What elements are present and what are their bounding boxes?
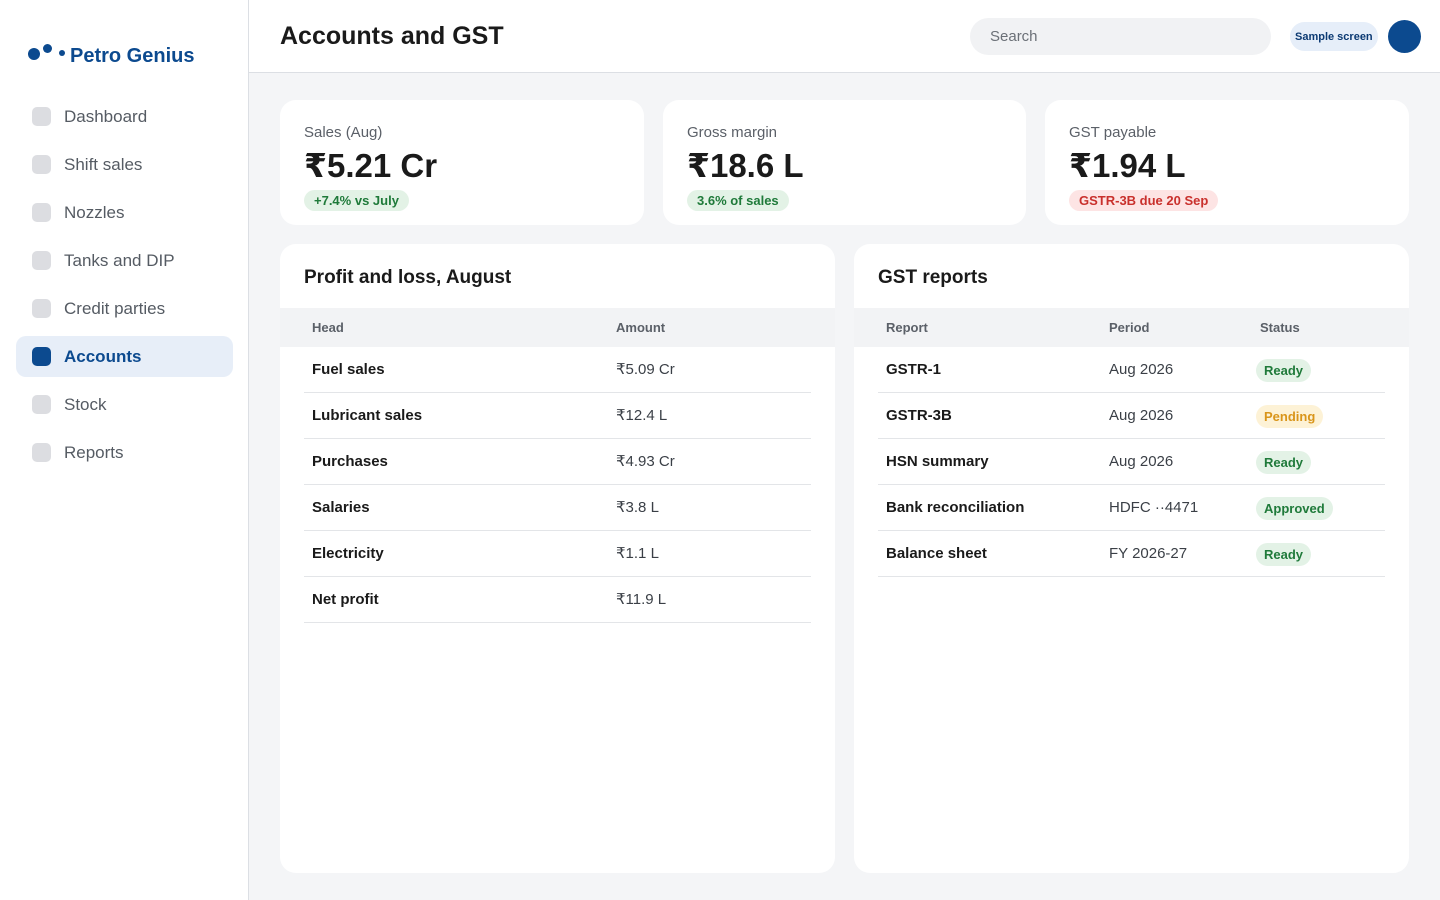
table-row[interactable]: Bank reconciliation HDFC ··4471 Approved	[878, 485, 1385, 531]
cell-amount: ₹4.93 Cr	[616, 453, 675, 470]
status-badge: Ready	[1256, 543, 1312, 566]
sidebar: Petro Genius Dashboard Shift sales Nozzl…	[0, 0, 249, 900]
avatar[interactable]	[1388, 20, 1421, 53]
column-header-period: Period	[1109, 320, 1150, 335]
sidebar-item-credit-parties[interactable]: Credit parties	[16, 288, 233, 329]
sidebar-item-label: Stock	[64, 394, 107, 414]
column-header-amount: Amount	[616, 320, 666, 335]
kpi-change-chip: 3.6% of sales	[687, 190, 789, 211]
column-header-status: Status	[1260, 320, 1300, 335]
column-header-head: Head	[312, 320, 344, 335]
table-row[interactable]: GSTR-3B Aug 2026 Pending	[878, 393, 1385, 439]
brand-logo[interactable]: Petro Genius	[28, 30, 195, 67]
table-row[interactable]: GSTR-1 Aug 2026 Ready	[878, 347, 1385, 393]
kpi-value: ₹18.6 L	[687, 147, 804, 184]
kpi-value: ₹1.94 L	[1069, 147, 1186, 184]
sidebar-item-stock[interactable]: Stock	[16, 384, 233, 425]
cell-head: Lubricant sales	[312, 407, 423, 424]
nozzles-icon	[32, 203, 51, 222]
top-header: Accounts and GST Sample screen	[249, 0, 1440, 73]
cell-report: Bank reconciliation	[886, 499, 1025, 516]
cell-amount: ₹3.8 L	[616, 499, 659, 516]
kpi-card-gst-payable: GST payable ₹1.94 L GSTR-3B due 20 Sep	[1045, 100, 1409, 225]
cell-head: Purchases	[312, 453, 388, 470]
sidebar-item-label: Reports	[64, 442, 124, 462]
shift-sales-icon	[32, 155, 51, 174]
cell-period: FY 2026-27	[1109, 545, 1188, 562]
cell-report: GSTR-1	[886, 361, 942, 378]
gst-reports-panel: GST reports Report Period Status GSTR-1 …	[854, 244, 1409, 873]
cell-period: Aug 2026	[1109, 453, 1174, 470]
table-row[interactable]: Balance sheet FY 2026-27 Ready	[878, 531, 1385, 577]
sidebar-item-dashboard[interactable]: Dashboard	[16, 96, 233, 137]
cell-amount: ₹5.09 Cr	[616, 361, 675, 378]
cell-head: Electricity	[312, 545, 384, 562]
cell-report: HSN summary	[886, 453, 989, 470]
panel-title: GST reports	[878, 267, 988, 288]
cell-period: Aug 2026	[1109, 407, 1174, 424]
pnl-table-body: Fuel sales ₹5.09 Cr Lubricant sales ₹12.…	[304, 347, 811, 623]
table-row[interactable]: Lubricant sales ₹12.4 L	[304, 393, 811, 439]
kpi-label: Sales (Aug)	[304, 124, 383, 141]
sidebar-item-tanks-and-dip[interactable]: Tanks and DIP	[16, 240, 233, 281]
table-header: Report Period Status	[854, 308, 1409, 347]
sidebar-item-label: Tanks and DIP	[64, 250, 175, 270]
kpi-change-chip: +7.4% vs July	[304, 190, 409, 211]
status-badge: Ready	[1256, 359, 1312, 382]
gst-table-body: GSTR-1 Aug 2026 Ready GSTR-3B Aug 2026 P…	[878, 347, 1385, 577]
kpi-label: Gross margin	[687, 124, 778, 141]
sidebar-item-label: Credit parties	[64, 298, 166, 318]
table-row[interactable]: Salaries ₹3.8 L	[304, 485, 811, 531]
sidebar-item-label: Nozzles	[64, 202, 125, 222]
sidebar-item-label: Accounts	[64, 346, 142, 366]
status-badge: Approved	[1256, 497, 1333, 520]
cell-amount: ₹11.9 L	[616, 591, 667, 608]
column-header-report: Report	[886, 320, 928, 335]
sidebar-item-label: Dashboard	[64, 106, 148, 126]
table-row[interactable]: Net profit ₹11.9 L	[304, 577, 811, 623]
cell-period: HDFC ··4471	[1109, 499, 1199, 516]
cell-head: Salaries	[312, 499, 370, 516]
cell-amount: ₹1.1 L	[616, 545, 659, 562]
kpi-label: GST payable	[1069, 124, 1157, 141]
accounts-icon	[32, 347, 51, 366]
table-row[interactable]: Purchases ₹4.93 Cr	[304, 439, 811, 485]
stock-icon	[32, 395, 51, 414]
table-header: Head Amount	[280, 308, 835, 347]
brand-dots-icon	[28, 44, 68, 64]
sidebar-item-reports[interactable]: Reports	[16, 432, 233, 473]
table-row[interactable]: Fuel sales ₹5.09 Cr	[304, 347, 811, 393]
cell-head: Fuel sales	[312, 361, 385, 378]
table-row[interactable]: HSN summary Aug 2026 Ready	[878, 439, 1385, 485]
kpi-card-sales: Sales (Aug) ₹5.21 Cr +7.4% vs July	[280, 100, 644, 225]
dashboard-icon	[32, 107, 51, 126]
tanks-icon	[32, 251, 51, 270]
sidebar-item-accounts[interactable]: Accounts	[16, 336, 233, 377]
pnl-panel: Profit and loss, August Head Amount Fuel…	[280, 244, 835, 873]
cell-report: GSTR-3B	[886, 407, 952, 424]
credit-parties-icon	[32, 299, 51, 318]
cell-report: Balance sheet	[886, 545, 987, 562]
sample-screen-badge: Sample screen	[1290, 22, 1378, 51]
sidebar-item-label: Shift sales	[64, 154, 143, 174]
status-badge: Ready	[1256, 451, 1312, 474]
brand-name: Petro Genius	[70, 45, 195, 67]
search-input[interactable]	[970, 18, 1271, 55]
page-title: Accounts and GST	[280, 22, 504, 50]
sidebar-nav: Dashboard Shift sales Nozzles Tanks and …	[16, 96, 233, 480]
sidebar-item-nozzles[interactable]: Nozzles	[16, 192, 233, 233]
cell-amount: ₹12.4 L	[616, 407, 668, 424]
sidebar-item-shift-sales[interactable]: Shift sales	[16, 144, 233, 185]
kpi-value: ₹5.21 Cr	[304, 147, 438, 184]
kpi-card-gross-margin: Gross margin ₹18.6 L 3.6% of sales	[663, 100, 1026, 225]
reports-icon	[32, 443, 51, 462]
kpi-due-chip: GSTR-3B due 20 Sep	[1069, 190, 1219, 211]
table-row[interactable]: Electricity ₹1.1 L	[304, 531, 811, 577]
cell-period: Aug 2026	[1109, 361, 1174, 378]
cell-head: Net profit	[312, 591, 379, 608]
panel-title: Profit and loss, August	[304, 267, 512, 288]
status-badge: Pending	[1256, 405, 1324, 428]
